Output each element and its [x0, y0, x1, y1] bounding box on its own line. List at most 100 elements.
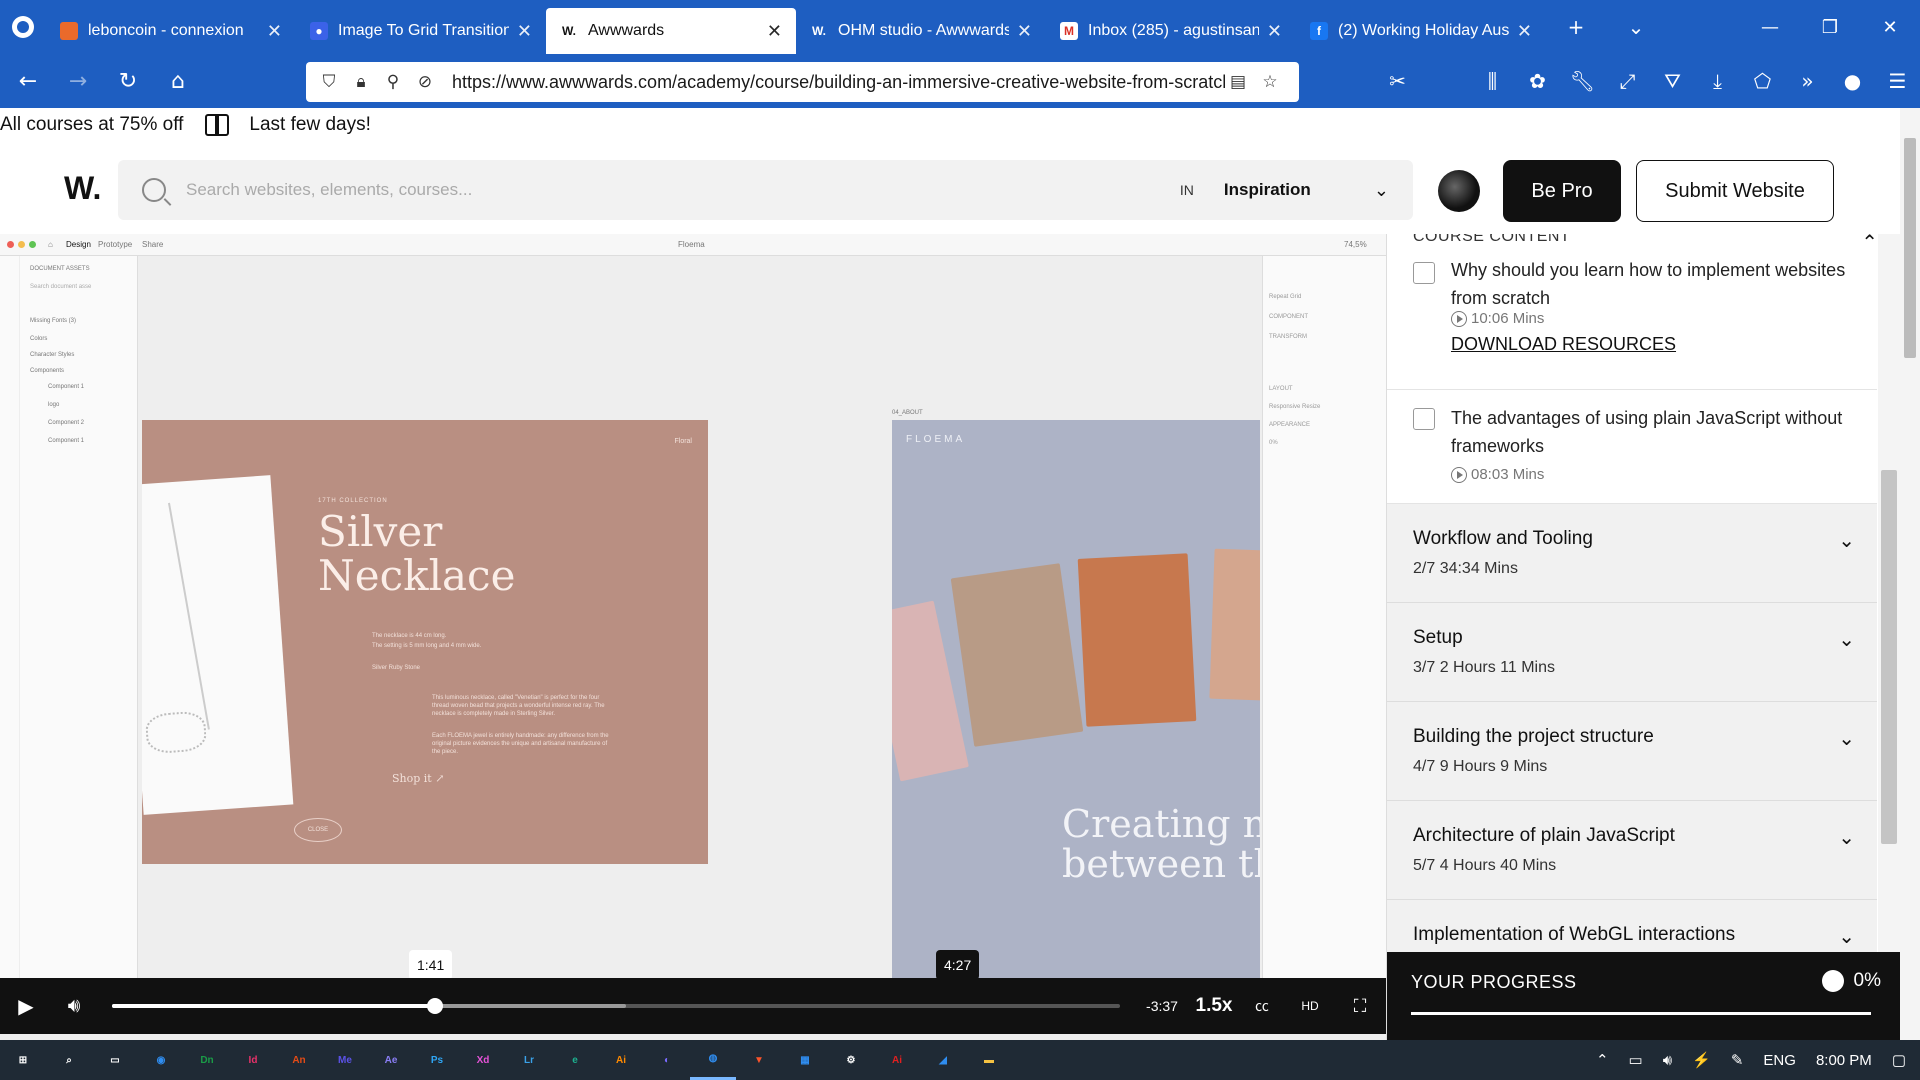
notifications-icon[interactable]: ▢ [1892, 1051, 1906, 1069]
chevron-down-icon[interactable]: ⌄ [1838, 627, 1855, 652]
battery-icon[interactable]: ▭ [1629, 1051, 1643, 1069]
lesson-title[interactable]: Why should you learn how to implement we… [1451, 256, 1851, 312]
chevron-down-icon[interactable]: ⌄ [1838, 825, 1855, 850]
section-architecture[interactable]: Architecture of plain JavaScript 5/7 4 H… [1387, 801, 1877, 900]
close-tab-icon[interactable]: ✕ [1517, 21, 1532, 42]
restore-button[interactable]: ❐ [1800, 0, 1860, 54]
seek-bar[interactable] [112, 998, 1120, 1014]
chevron-down-icon[interactable]: ⌄ [1838, 726, 1855, 751]
collapse-chevron-icon[interactable]: ⌃ [1861, 234, 1878, 255]
lesson-title[interactable]: The advantages of using plain JavaScript… [1451, 404, 1851, 460]
firefox-menu-icon[interactable] [0, 0, 46, 54]
taskbar-brave-icon[interactable]: ▼ [736, 1040, 782, 1080]
submit-website-button[interactable]: Submit Website [1636, 160, 1834, 222]
close-tab-icon[interactable]: ✕ [517, 21, 532, 42]
list-tabs-button[interactable]: ⌄ [1606, 0, 1666, 54]
taskbar-edge-icon[interactable]: e [552, 1040, 598, 1080]
taskbar-firefox-icon[interactable]: ◍ [690, 1040, 736, 1080]
clock[interactable]: 8:00 PM [1816, 1052, 1872, 1069]
downloads-icon[interactable]: ⤓ [1695, 54, 1740, 108]
volume-icon[interactable]: 🔊︎ [56, 978, 92, 1034]
chevron-down-icon[interactable]: ⌄ [1838, 528, 1855, 553]
section-project-structure[interactable]: Building the project structure 4/7 9 Hou… [1387, 702, 1877, 801]
browser-tab[interactable]: M Inbox (285) - agustinsanferr ✕ [1046, 8, 1296, 54]
library-icon[interactable]: ⫼ [1470, 54, 1515, 108]
screenshot-icon[interactable]: ✂ [1375, 54, 1420, 108]
close-tab-icon[interactable]: ✕ [1267, 21, 1282, 42]
permissions-icon[interactable]: ⚲ [380, 69, 406, 95]
home-button[interactable]: ⌂ [156, 59, 200, 103]
browser-tab[interactable]: leboncoin - connexion ✕ [46, 8, 296, 54]
taskbar-indesign-icon[interactable]: Id [230, 1040, 276, 1080]
reload-button[interactable]: ↻ [106, 59, 150, 103]
panel-scrollbar[interactable] [1878, 234, 1900, 1040]
language-indicator[interactable]: ENG [1763, 1052, 1796, 1069]
close-tab-icon[interactable]: ✕ [267, 21, 282, 42]
promo-banner[interactable]: All courses at 75% off Last few days! [0, 108, 1900, 142]
taskbar-acrobat-icon[interactable]: Ai [874, 1040, 920, 1080]
account-icon[interactable]: ● [1830, 54, 1875, 108]
hamburger-menu-icon[interactable]: ☰ [1875, 54, 1920, 108]
taskbar-photos-icon[interactable]: ▦ [782, 1040, 828, 1080]
fullscreen-icon[interactable]: ⛶ [1342, 978, 1378, 1034]
page-scrollbar[interactable] [1900, 108, 1920, 1040]
close-window-button[interactable]: ✕ [1860, 0, 1920, 54]
page-scrollbar-thumb[interactable] [1904, 138, 1916, 358]
expand-icon[interactable]: ⤢ [1605, 54, 1650, 108]
search-input[interactable]: Search websites, elements, courses... [186, 180, 1180, 200]
browser-tab[interactable]: W. OHM studio - Awwwards SO ✕ [796, 8, 1046, 54]
autoplay-blocked-icon[interactable]: ⊘ [412, 69, 438, 95]
section-workflow-tooling[interactable]: Workflow and Tooling 2/7 34:34 Mins ⌄ [1387, 504, 1877, 603]
taskbar-vscode-icon[interactable]: ◢ [920, 1040, 966, 1080]
lesson-item[interactable]: The advantages of using plain JavaScript… [1387, 390, 1877, 504]
lesson-checkbox[interactable] [1413, 408, 1435, 430]
taskbar-maps-icon[interactable]: ◉ [138, 1040, 184, 1080]
network-icon[interactable]: ⚡ [1692, 1051, 1711, 1069]
lesson-item[interactable]: Why should you learn how to implement we… [1387, 260, 1877, 390]
playback-speed-button[interactable]: 1.5x [1190, 978, 1238, 1034]
taskbar-start-icon[interactable]: ⊞ [0, 1040, 46, 1080]
taskbar-task-view-icon[interactable]: ▭ [92, 1040, 138, 1080]
new-tab-button[interactable]: + [1546, 0, 1606, 54]
reader-view-icon[interactable]: ▤ [1225, 69, 1251, 95]
awwwards-logo[interactable]: W. [64, 170, 101, 207]
download-resources-link[interactable]: DOWNLOAD RESOURCES [1451, 334, 1676, 355]
close-tab-icon[interactable]: ✕ [1017, 21, 1032, 42]
lock-icon[interactable]: 🔒︎ [348, 69, 374, 95]
taskbar-messenger-icon[interactable]: ◐ [644, 1040, 690, 1080]
captions-icon[interactable]: ㏄ [1244, 978, 1280, 1034]
play-icon[interactable]: ▶ [8, 978, 44, 1034]
taskbar-animate-icon[interactable]: An [276, 1040, 322, 1080]
taskbar-after-effects-icon[interactable]: Ae [368, 1040, 414, 1080]
panel-scrollbar-thumb[interactable] [1881, 470, 1897, 844]
minimize-button[interactable]: — [1740, 0, 1800, 54]
pen-icon[interactable]: ✎ [1731, 1051, 1744, 1069]
browser-tab[interactable]: f (2) Working Holiday Austral ✕ [1296, 8, 1546, 54]
hd-quality-icon[interactable]: HD [1292, 978, 1328, 1034]
chevron-down-icon[interactable]: ⌄ [1838, 924, 1855, 949]
video-player[interactable]: ⌂ Design Prototype Share Floema 74,5% DO… [0, 234, 1386, 1040]
chevron-down-icon[interactable]: ⌄ [1374, 180, 1389, 201]
taskbar-photoshop-icon[interactable]: Ps [414, 1040, 460, 1080]
taskbar-explorer-icon[interactable]: ▬ [966, 1040, 1012, 1080]
category-select[interactable]: Inspiration [1224, 180, 1374, 200]
speaker-icon[interactable]: 🔊︎ [1663, 1052, 1672, 1069]
tray-chevron-icon[interactable]: ⌃ [1596, 1051, 1609, 1069]
extensions-icon[interactable]: ⬠ [1740, 54, 1785, 108]
wrench-icon[interactable]: 🔧︎ [1560, 54, 1605, 108]
more-tools-icon[interactable]: » [1785, 54, 1830, 108]
taskbar-settings-icon[interactable]: ⚙ [828, 1040, 874, 1080]
avatar[interactable] [1438, 170, 1480, 212]
taskbar-media-encoder-icon[interactable]: Me [322, 1040, 368, 1080]
lesson-checkbox[interactable] [1413, 262, 1435, 284]
section-setup[interactable]: Setup 3/7 2 Hours 11 Mins ⌄ [1387, 603, 1877, 702]
tracking-shield-icon[interactable]: ⛉ [316, 69, 342, 95]
taskbar-dimension-icon[interactable]: Dn [184, 1040, 230, 1080]
pocket-icon[interactable]: ⛛ [1650, 54, 1695, 108]
extension-icon[interactable]: ✿ [1515, 54, 1560, 108]
forward-button[interactable]: → [56, 59, 100, 103]
taskbar-xd-icon[interactable]: Xd [460, 1040, 506, 1080]
taskbar-illustrator-icon[interactable]: Ai [598, 1040, 644, 1080]
close-tab-icon[interactable]: ✕ [767, 21, 782, 42]
bookmark-star-icon[interactable]: ☆ [1257, 69, 1283, 95]
